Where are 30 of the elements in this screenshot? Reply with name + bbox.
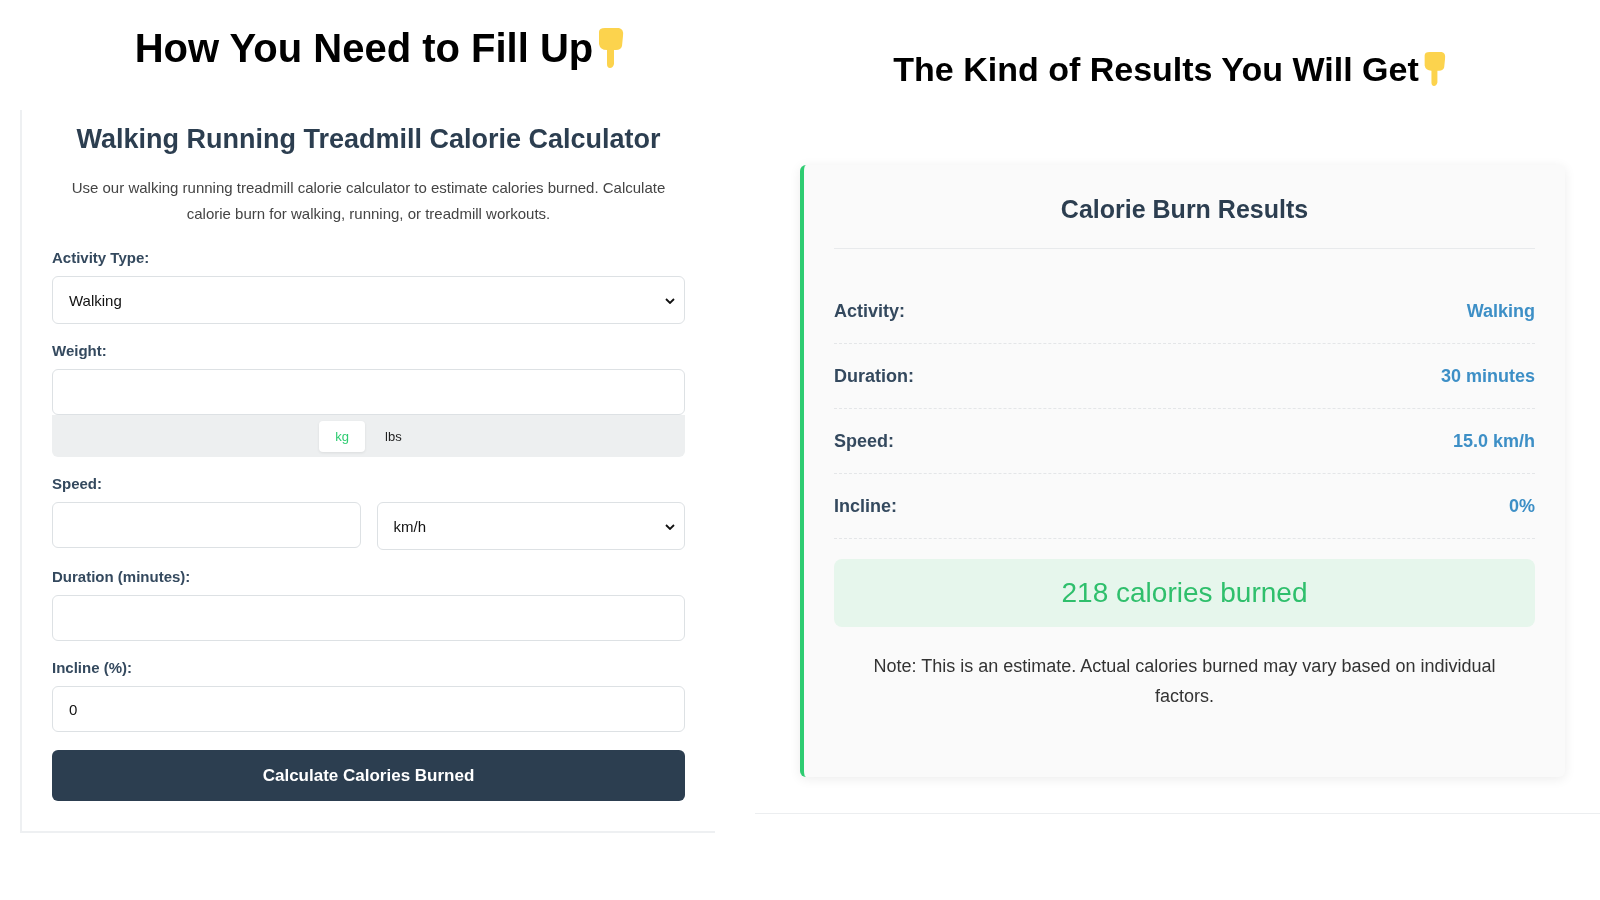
input-field[interactable]: 0 — [52, 686, 685, 732]
input-field[interactable] — [52, 369, 685, 415]
section-heading: How You Need to Fill Up — [134, 25, 594, 72]
dropdown[interactable]: km/h — [376, 502, 685, 550]
input-field[interactable] — [52, 595, 685, 641]
field-label: Weight: — [52, 342, 108, 359]
field-label: Speed: — [52, 475, 103, 492]
field-label: Duration (minutes): — [52, 568, 192, 585]
result-label: Incline: — [834, 495, 897, 517]
result-value: 15.0 km/h — [1452, 430, 1535, 452]
calculate-button[interactable]: Calculate Calories Burned — [52, 750, 685, 801]
result-value: Walking — [1466, 300, 1535, 322]
chevron-down-icon — [665, 298, 675, 304]
calories-total: 218 calories burned — [834, 559, 1535, 627]
note: Note: This is an estimate. Actual calories burned may vary based on individual factors. — [872, 655, 1497, 708]
result-label: Speed: — [834, 430, 894, 452]
field-label: Activity Type: — [52, 249, 151, 266]
input-field[interactable] — [52, 502, 361, 548]
result-label: Activity: — [834, 300, 905, 322]
result-label: Duration: — [834, 365, 914, 387]
field-label: Incline (%): — [52, 659, 133, 676]
chevron-down-icon — [665, 524, 675, 530]
result-value: 0% — [1509, 495, 1535, 517]
calculator-title: Walking Running Treadmill Calorie Calculator — [75, 124, 662, 155]
dropdown[interactable]: Walking — [52, 276, 685, 324]
section-heading: The Kind of Results You Will Get — [893, 49, 1419, 90]
unit-option[interactable]: lbs — [369, 420, 418, 452]
result-value: 30 minutes — [1440, 365, 1535, 387]
results-title: Calorie Burn Results — [834, 195, 1535, 249]
description: Use our walking running treadmill calorie calculator to estimate calories burned. Calculate calorie burn for walking, running, or treadmill workouts. — [70, 178, 667, 224]
